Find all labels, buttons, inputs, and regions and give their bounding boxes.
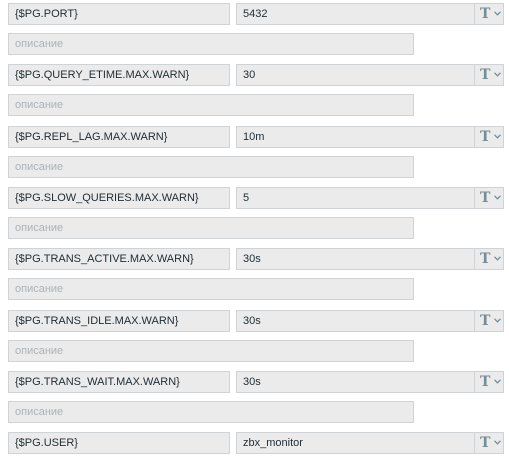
text-type-icon: T: [480, 129, 491, 145]
value-type-button[interactable]: T: [474, 187, 504, 209]
macro-value-input[interactable]: 5: [236, 187, 474, 209]
macro-description-input[interactable]: описание: [8, 340, 414, 362]
macro-description-input[interactable]: описание: [8, 33, 414, 55]
macro-description-input[interactable]: описание: [8, 156, 414, 178]
value-type-button[interactable]: T: [474, 64, 504, 86]
macro-row: {$PG.USER} zbx_monitor T: [0, 432, 509, 454]
value-type-button[interactable]: T: [474, 371, 504, 393]
text-type-icon: T: [480, 251, 491, 267]
text-type-icon: T: [480, 190, 491, 206]
macros-list: {$PG.PORT} 5432 Tописание {$PG.QUERY_ETIME.…: [0, 0, 509, 462]
value-type-button[interactable]: T: [474, 310, 504, 332]
macro-name-input[interactable]: {$PG.PORT}: [8, 3, 230, 25]
text-type-icon: T: [480, 313, 491, 329]
chevron-down-icon: [494, 440, 501, 445]
text-type-icon: T: [480, 435, 491, 451]
macro-row: {$PG.TRANS_ACTIVE.MAX.WARN} 30s T: [0, 248, 509, 270]
macro-name-input[interactable]: {$PG.SLOW_QUERIES.MAX.WARN}: [8, 187, 230, 209]
chevron-down-icon: [494, 379, 501, 384]
macro-name-input[interactable]: {$PG.QUERY_ETIME.MAX.WARN}: [8, 64, 230, 86]
macro-value-input[interactable]: 30s: [236, 310, 474, 332]
macro-row: {$PG.SLOW_QUERIES.MAX.WARN} 5 T: [0, 187, 509, 209]
macro-name-input[interactable]: {$PG.REPL_LAG.MAX.WARN}: [8, 126, 230, 148]
text-type-icon: T: [480, 374, 491, 390]
macro-value-input[interactable]: 30s: [236, 371, 474, 393]
macro-value-input[interactable]: zbx_monitor: [236, 432, 474, 454]
macro-row: {$PG.REPL_LAG.MAX.WARN} 10m T: [0, 126, 509, 148]
macro-description-input[interactable]: описание: [8, 401, 414, 423]
macro-row: {$PG.QUERY_ETIME.MAX.WARN} 30 T: [0, 64, 509, 86]
chevron-down-icon: [494, 134, 501, 139]
chevron-down-icon: [494, 195, 501, 200]
macro-description-input[interactable]: описание: [8, 278, 414, 300]
value-type-button[interactable]: T: [474, 126, 504, 148]
chevron-down-icon: [494, 256, 501, 261]
macro-description-input[interactable]: описание: [8, 94, 414, 116]
chevron-down-icon: [494, 72, 501, 77]
chevron-down-icon: [494, 318, 501, 323]
macro-row: {$PG.TRANS_WAIT.MAX.WARN} 30s T: [0, 371, 509, 393]
value-type-button[interactable]: T: [474, 248, 504, 270]
macro-name-input[interactable]: {$PG.TRANS_WAIT.MAX.WARN}: [8, 371, 230, 393]
macro-description-input[interactable]: описание: [8, 217, 414, 239]
value-type-button[interactable]: T: [474, 3, 504, 25]
chevron-down-icon: [494, 11, 501, 16]
macro-value-input[interactable]: 5432: [236, 3, 474, 25]
macro-value-input[interactable]: 30s: [236, 248, 474, 270]
macro-value-input[interactable]: 10m: [236, 126, 474, 148]
value-type-button[interactable]: T: [474, 432, 504, 454]
text-type-icon: T: [480, 67, 491, 83]
macro-name-input[interactable]: {$PG.TRANS_ACTIVE.MAX.WARN}: [8, 248, 230, 270]
text-type-icon: T: [480, 6, 491, 22]
macro-row: {$PG.TRANS_IDLE.MAX.WARN} 30s T: [0, 310, 509, 332]
macro-name-input[interactable]: {$PG.TRANS_IDLE.MAX.WARN}: [8, 310, 230, 332]
macro-row: {$PG.PORT} 5432 T: [0, 3, 509, 25]
macro-value-input[interactable]: 30: [236, 64, 474, 86]
macro-name-input[interactable]: {$PG.USER}: [8, 432, 230, 454]
